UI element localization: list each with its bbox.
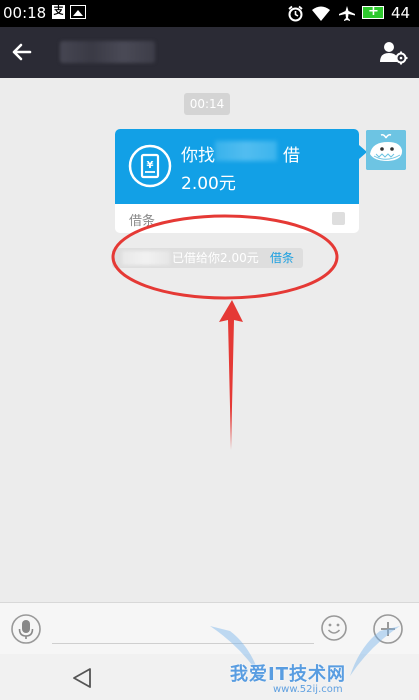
battery-icon <box>362 4 384 19</box>
watermark-text: 我爱IT技术网 <box>230 664 346 685</box>
back-arrow-icon[interactable] <box>6 36 38 68</box>
chat-header <box>0 27 419 78</box>
chat-area[interactable]: 00:14 ¥ 你找 借 2.00元 借条 已借给你2.00元 借条 <box>0 78 419 602</box>
redacted-name <box>215 141 277 161</box>
system-nav-bar <box>0 654 419 700</box>
alarm-icon <box>288 5 303 22</box>
avatar[interactable] <box>366 130 406 170</box>
whale-avatar-icon <box>366 130 406 170</box>
app-logo-icon <box>332 212 345 225</box>
loan-note-link[interactable]: 借条 <box>270 248 294 268</box>
svg-text:¥: ¥ <box>147 160 154 171</box>
loan-system-message: 已借给你2.00元 借条 <box>112 248 303 268</box>
status-bar: 00:18 支 44 <box>0 0 419 27</box>
image-notification-icon <box>70 5 86 19</box>
message-timestamp: 00:14 <box>184 93 230 115</box>
airplane-icon <box>339 6 355 21</box>
loan-request-card[interactable]: ¥ 你找 借 2.00元 借条 <box>115 129 367 233</box>
plus-icon[interactable] <box>372 613 404 645</box>
redacted-name <box>122 251 170 265</box>
status-time: 00:18 <box>3 4 47 22</box>
loan-card-label: 借条 <box>129 214 156 229</box>
loan-card-footer: 借条 <box>115 204 359 233</box>
contact-name <box>60 41 155 63</box>
receipt-yen-icon: ¥ <box>128 144 172 188</box>
alipay-notification-icon: 支 <box>52 5 65 19</box>
input-bar <box>0 602 419 654</box>
message-input[interactable] <box>52 613 314 644</box>
loan-card-header: ¥ 你找 借 2.00元 <box>115 129 367 204</box>
watermark-url: www.52ij.com <box>273 684 343 695</box>
emoji-icon[interactable] <box>320 614 348 642</box>
contact-settings-icon[interactable] <box>378 37 408 67</box>
nav-back-icon[interactable] <box>70 666 94 690</box>
loan-amount: 2.00元 <box>181 174 236 194</box>
loan-status-text: 已借给你2.00元 <box>172 251 259 265</box>
wifi-icon <box>312 6 330 21</box>
battery-level: 44 <box>391 4 411 22</box>
microphone-icon[interactable] <box>10 613 42 645</box>
